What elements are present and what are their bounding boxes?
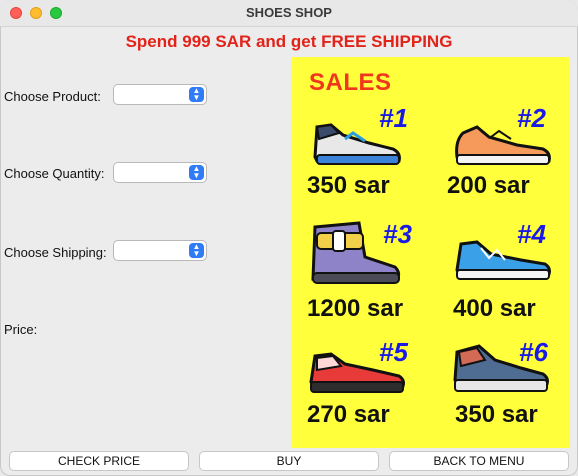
buy-button[interactable]: BUY [199,451,379,471]
chevron-updown-icon[interactable]: ▲ ▼ [189,165,204,180]
item-price-1: 350 sar [307,172,390,199]
app-window: SHOES SHOP Spend 999 SAR and get FREE SH… [0,0,578,476]
title-bar: SHOES SHOP [0,0,578,27]
price-label: Price: [4,322,38,337]
item-price-5: 270 sar [307,401,390,428]
quantity-label: Choose Quantity: [4,166,105,181]
chevron-updown-icon[interactable]: ▲ ▼ [189,87,204,102]
item-price-4: 400 sar [453,295,536,322]
product-combobox[interactable]: ▲ ▼ [113,84,207,105]
item-number-5: #5 [379,337,408,367]
item-number-4: #4 [517,219,546,249]
item-price-2: 200 sar [447,172,530,199]
check-price-button[interactable]: CHECK PRICE [9,451,189,471]
product-label: Choose Product: [4,89,101,104]
shipping-label: Choose Shipping: [4,245,107,260]
window-title: SHOES SHOP [246,5,332,20]
item-number-3: #3 [383,219,412,249]
item-number-6: #6 [519,337,548,367]
item-number-1: #1 [379,103,408,133]
promo-banner: Spend 999 SAR and get FREE SHIPPING [125,32,453,51]
back-to-menu-button[interactable]: BACK TO MENU [389,451,569,471]
sales-panel: SALES #1 350 sar #2 200 sar #3 1200 sar [291,57,570,448]
item-price-6: 350 sar [455,401,538,428]
shipping-combobox[interactable]: ▲ ▼ [113,240,207,261]
chevron-updown-icon[interactable]: ▲ ▼ [189,243,204,258]
item-price-3: 1200 sar [307,295,404,322]
item-number-2: #2 [517,103,546,133]
quantity-combobox[interactable]: ▲ ▼ [113,162,207,183]
sales-title: SALES [309,69,392,96]
